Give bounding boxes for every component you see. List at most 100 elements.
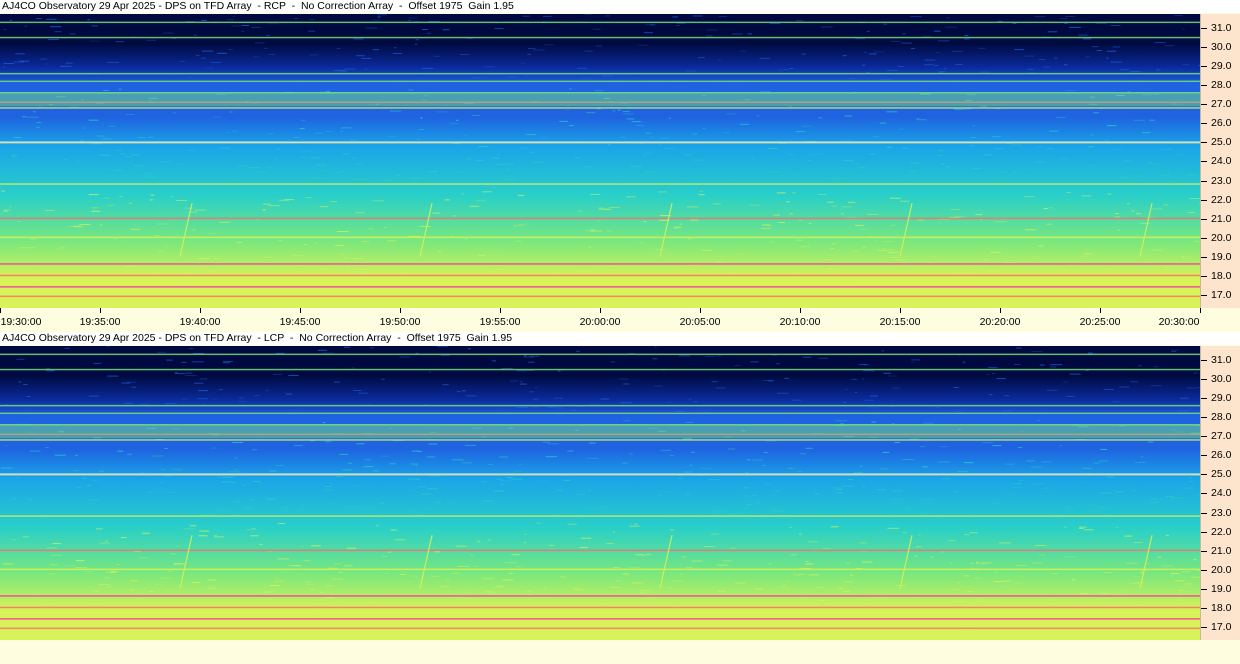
spectrogram-lcp — [0, 346, 1200, 640]
rfi-line — [0, 263, 1200, 265]
y-tick-label: 31.0 — [1211, 22, 1232, 35]
y-tick — [1201, 85, 1207, 87]
y-tick — [1201, 28, 1207, 30]
x-tick — [400, 308, 401, 313]
y-tick — [1201, 47, 1207, 49]
rfi-line — [0, 183, 1200, 185]
y-tick-label: 19.0 — [1211, 250, 1232, 263]
frequency-axis-lcp: 31.0 30.0 29.0 28.0 27.0 26.0 25.0 24.0 23.0 22.0… — [1200, 346, 1240, 640]
x-tick — [1100, 308, 1101, 313]
y-tick — [1201, 550, 1207, 552]
x-tick — [0, 308, 1, 313]
y-tick-label: 20.0 — [1211, 563, 1232, 576]
y-tick-label: 30.0 — [1211, 373, 1232, 386]
rfi-line — [0, 21, 1200, 24]
y-tick-label: 18.0 — [1211, 269, 1232, 282]
x-tick — [300, 308, 301, 313]
rfi-line — [0, 217, 1200, 220]
x-tick — [500, 308, 501, 313]
x-tick-label: 20:15:00 — [879, 316, 921, 328]
x-tick — [600, 308, 601, 313]
x-tick-label: 20:25:00 — [1079, 316, 1121, 328]
y-tick-label: 20.0 — [1211, 231, 1232, 244]
rfi-line — [0, 412, 1200, 415]
rfi-line — [0, 286, 1200, 288]
x-tick-label: 20:30:00 — [1158, 316, 1200, 328]
rfi-line — [0, 618, 1200, 620]
y-tick — [1201, 104, 1207, 106]
rfi-line — [0, 404, 1200, 407]
panel-title-lcp: AJ4CO Observatory 29 Apr 2025 - DPS on T… — [0, 332, 1240, 345]
y-tick-label: 25.0 — [1211, 136, 1232, 149]
y-tick — [1201, 161, 1207, 163]
rfi-line — [0, 606, 1200, 609]
y-tick-label: 24.0 — [1211, 487, 1232, 500]
y-tick — [1201, 218, 1207, 220]
y-tick-label: 21.0 — [1211, 544, 1232, 557]
x-tick — [900, 308, 901, 313]
rfi-line — [0, 368, 1200, 371]
y-tick — [1201, 398, 1207, 400]
y-tick-label: 25.0 — [1211, 468, 1232, 481]
rfi-line — [0, 439, 1200, 441]
y-tick — [1201, 626, 1207, 628]
rfi-line — [0, 549, 1200, 552]
y-tick-label: 23.0 — [1211, 174, 1232, 187]
x-tick — [100, 308, 101, 313]
y-tick — [1201, 66, 1207, 68]
y-tick — [1201, 607, 1207, 609]
y-tick-label: 28.0 — [1211, 79, 1232, 92]
y-tick-label: 17.0 — [1211, 288, 1232, 301]
y-tick-label: 27.0 — [1211, 98, 1232, 111]
y-tick — [1201, 360, 1207, 362]
time-axis-rcp: 19:30:00 19:35:00 19:40:00 19:45:00 19:50:00… — [0, 308, 1240, 330]
rfi-band — [0, 424, 1200, 439]
x-tick-label: 20:05:00 — [679, 316, 721, 328]
y-tick — [1201, 436, 1207, 438]
y-tick-label: 23.0 — [1211, 506, 1232, 519]
y-tick — [1201, 417, 1207, 419]
y-tick — [1201, 379, 1207, 381]
y-tick-label: 26.0 — [1211, 449, 1232, 462]
y-tick-label: 26.0 — [1211, 117, 1232, 130]
y-tick-label: 22.0 — [1211, 193, 1232, 206]
x-tick-label: 20:10:00 — [779, 316, 821, 328]
y-tick — [1201, 569, 1207, 571]
rfi-line — [0, 80, 1200, 83]
y-tick-label: 31.0 — [1211, 354, 1232, 367]
panel-title-rcp: AJ4CO Observatory 29 Apr 2025 - DPS on T… — [0, 0, 1240, 13]
rfi-line — [0, 568, 1200, 571]
y-tick — [1201, 275, 1207, 277]
y-tick-label: 29.0 — [1211, 392, 1232, 405]
y-tick-label: 19.0 — [1211, 582, 1232, 595]
rfi-line — [0, 353, 1200, 356]
y-tick — [1201, 531, 1207, 533]
spectrogram-rcp — [0, 14, 1200, 308]
y-tick-label: 22.0 — [1211, 525, 1232, 538]
x-tick — [800, 308, 801, 313]
rfi-line — [0, 515, 1200, 517]
y-tick — [1201, 455, 1207, 457]
x-tick-label: 20:20:00 — [979, 316, 1021, 328]
y-tick — [1201, 294, 1207, 296]
x-tick — [200, 308, 201, 313]
x-tick-label: 19:55:00 — [479, 316, 521, 328]
time-axis-lcp — [0, 640, 1240, 664]
rfi-line — [0, 36, 1200, 39]
rfi-line — [0, 274, 1200, 277]
rfi-line — [0, 595, 1200, 597]
y-tick — [1201, 199, 1207, 201]
y-tick — [1201, 180, 1207, 182]
rfi-line — [0, 627, 1200, 630]
x-tick-label: 20:00:00 — [579, 316, 621, 328]
y-tick — [1201, 588, 1207, 590]
y-tick — [1201, 123, 1207, 125]
x-tick — [700, 308, 701, 313]
rfi-line — [0, 236, 1200, 239]
y-tick — [1201, 474, 1207, 476]
x-tick-label: 19:45:00 — [279, 316, 321, 328]
y-tick-label: 29.0 — [1211, 60, 1232, 73]
frequency-axis-rcp: 31.0 30.0 29.0 28.0 27.0 26.0 25.0 24.0 23.0 22.0… — [1200, 14, 1240, 308]
x-tick-label: 19:50:00 — [379, 316, 421, 328]
y-tick — [1201, 237, 1207, 239]
